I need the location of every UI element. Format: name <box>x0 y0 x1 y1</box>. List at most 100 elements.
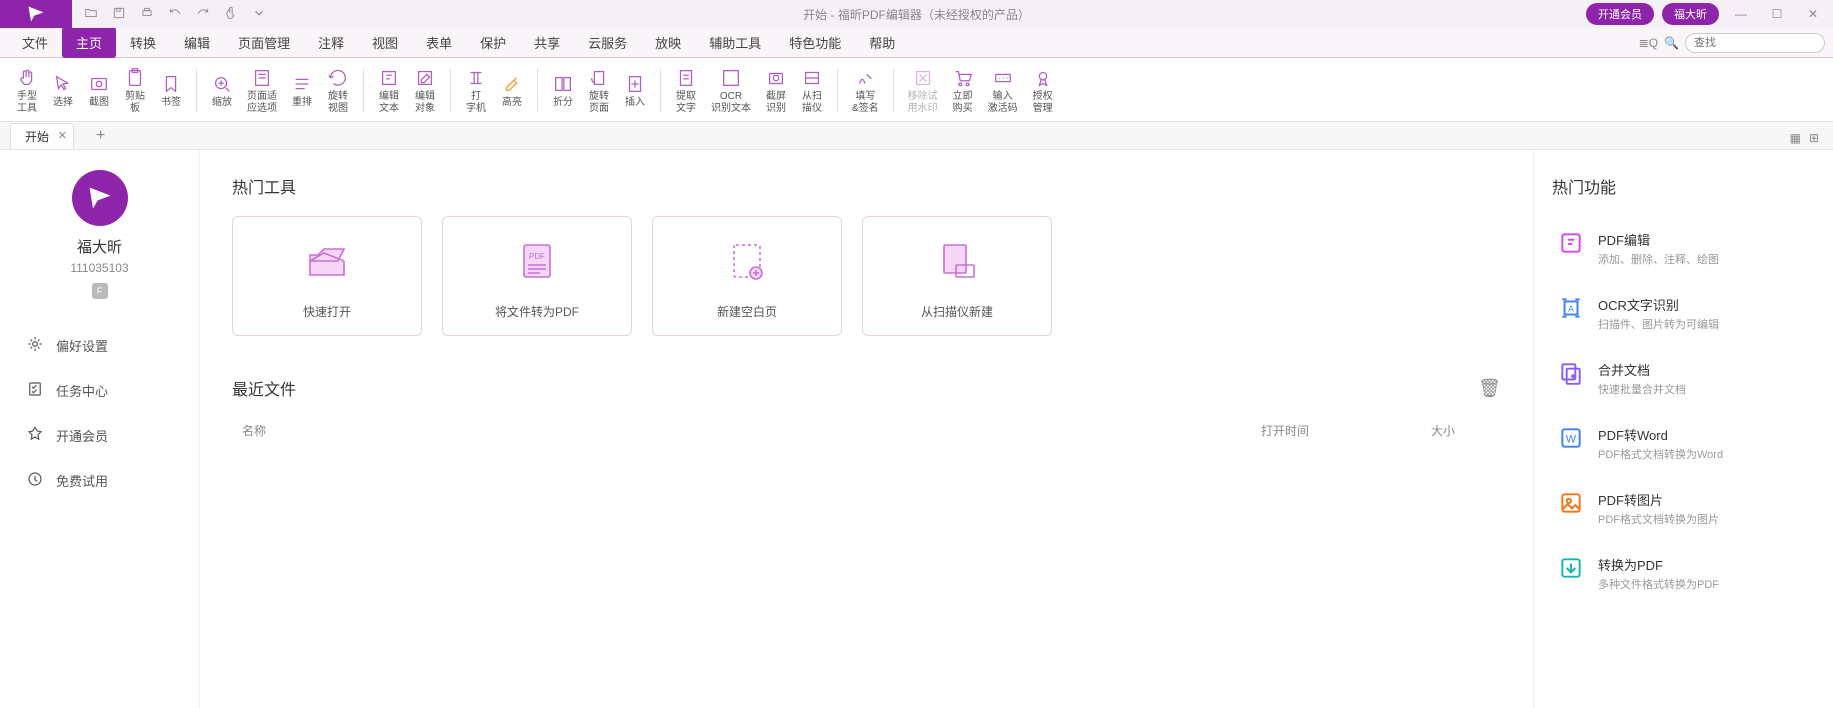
card-blank[interactable]: 新建空白页 <box>652 216 842 336</box>
col-name: 名称 <box>242 422 1261 439</box>
ribbon-extract[interactable]: 提取 文字 <box>669 63 703 117</box>
ribbon-edittext[interactable]: 编辑 文本 <box>372 63 406 117</box>
save-icon[interactable] <box>112 6 126 23</box>
maximize-button[interactable]: ☐ <box>1763 4 1791 24</box>
ribbon-screenshot[interactable]: 截图 <box>82 69 116 111</box>
menu-7[interactable]: 表单 <box>412 27 466 58</box>
feature-toword[interactable]: WPDF转WordPDF格式文档转换为Word <box>1552 411 1815 476</box>
ribbon-activate[interactable]: 输入 激活码 <box>982 63 1024 117</box>
edittext-icon <box>378 65 400 91</box>
vip-button[interactable]: 开通会员 <box>1586 3 1654 25</box>
highlight-icon <box>501 71 523 97</box>
editobj-icon <box>414 65 436 91</box>
license-icon <box>1032 65 1054 91</box>
ribbon-reflow[interactable]: 重排 <box>285 69 319 111</box>
feature-merge[interactable]: 合并文档快速批量合并文档 <box>1552 346 1815 411</box>
sidebar-item-vip[interactable]: 开通会员 <box>18 413 181 458</box>
ribbon-select[interactable]: 选择 <box>46 69 80 111</box>
undo-icon[interactable] <box>168 6 182 23</box>
sidebar-item-trial[interactable]: 免费试用 <box>18 458 181 503</box>
ocr-icon <box>720 65 742 91</box>
print-icon[interactable] <box>140 6 154 23</box>
merge-icon <box>1558 360 1584 386</box>
sidebar-item-prefs[interactable]: 偏好设置 <box>18 323 181 368</box>
open-icon[interactable] <box>84 6 98 23</box>
ribbon-rotatepage[interactable]: 旋转 页面 <box>582 63 616 117</box>
menu-10[interactable]: 云服务 <box>574 27 641 58</box>
ribbon-fitpage[interactable]: 页面适 应选项 <box>241 63 283 117</box>
redo-icon[interactable] <box>196 6 210 23</box>
tab-start[interactable]: 开始 ✕ <box>10 123 74 149</box>
select-icon <box>52 71 74 97</box>
sidebar-item-tasks[interactable]: 任务中心 <box>18 368 181 413</box>
activate-icon <box>992 65 1014 91</box>
recent-section-title: 最近文件 <box>232 376 296 400</box>
tab-close-icon[interactable]: ✕ <box>58 129 67 142</box>
menu-13[interactable]: 特色功能 <box>775 27 855 58</box>
ribbon-rotateview[interactable]: 旋转 视图 <box>321 63 355 117</box>
menu-12[interactable]: 辅助工具 <box>695 27 775 58</box>
card-convert[interactable]: PDF将文件转为PDF <box>442 216 632 336</box>
dropdown-icon[interactable] <box>252 6 266 23</box>
sidebar: 福大昕 111035103 F 偏好设置任务中心开通会员免费试用 <box>0 150 200 708</box>
trial-icon <box>26 470 44 491</box>
ribbon-zoom[interactable]: 缩放 <box>205 69 239 111</box>
zoom-icon <box>211 71 233 97</box>
trywm-icon <box>912 65 934 91</box>
insert-icon <box>624 71 646 97</box>
tab-add-button[interactable]: + <box>88 123 113 149</box>
feature-ocr[interactable]: AOCR文字识别扫描件、图片转为可编辑 <box>1552 281 1815 346</box>
menu-14[interactable]: 帮助 <box>855 27 909 58</box>
menu-1[interactable]: 主页 <box>62 27 116 58</box>
ribbon-snap[interactable]: 截屏 识别 <box>759 63 793 117</box>
rotatepage-icon <box>588 65 610 91</box>
grid-view-icon[interactable]: ▦ <box>1790 131 1801 145</box>
convert-icon: PDF <box>513 233 561 289</box>
touch-icon[interactable] <box>224 6 238 23</box>
avatar[interactable] <box>72 170 128 226</box>
minimize-button[interactable]: — <box>1727 4 1755 24</box>
blank-icon <box>723 233 771 289</box>
feature-topdf[interactable]: 转换为PDF多种文件格式转换为PDF <box>1552 541 1815 606</box>
svg-text:W: W <box>1566 433 1577 445</box>
ribbon-ocr[interactable]: OCR 识别文本 <box>705 63 757 117</box>
svg-text:A: A <box>1568 303 1574 313</box>
menu-0[interactable]: 文件 <box>8 27 62 58</box>
ribbon-scan[interactable]: 从扫 描仪 <box>795 63 829 117</box>
ribbon-typewriter[interactable]: 打 字机 <box>459 63 493 117</box>
tab-strip: 开始 ✕ + ▦ ⊞ <box>0 122 1833 150</box>
ribbon-clipboard[interactable]: 剪贴 板 <box>118 63 152 117</box>
options-icon[interactable]: ≣Q <box>1639 36 1658 50</box>
menu-11[interactable]: 放映 <box>641 27 695 58</box>
ribbon-bookmark[interactable]: 书签 <box>154 69 188 111</box>
ribbon: 手型 工具选择截图剪贴 板书签缩放页面适 应选项重排旋转 视图编辑 文本编辑 对… <box>0 58 1833 122</box>
split-icon <box>552 71 574 97</box>
user-pill[interactable]: 福大昕 <box>1662 3 1719 25</box>
ribbon-license[interactable]: 授权 管理 <box>1026 63 1060 117</box>
menu-5[interactable]: 注释 <box>304 27 358 58</box>
menu-8[interactable]: 保护 <box>466 27 520 58</box>
ribbon-editobj[interactable]: 编辑 对象 <box>408 63 442 117</box>
ribbon-highlight[interactable]: 高亮 <box>495 69 529 111</box>
ribbon-buy[interactable]: 立即 购买 <box>946 63 980 117</box>
ribbon-hand[interactable]: 手型 工具 <box>10 63 44 117</box>
feature-toimg[interactable]: PDF转图片PDF格式文档转换为图片 <box>1552 476 1815 541</box>
menu-4[interactable]: 页面管理 <box>224 27 304 58</box>
reflow-icon <box>291 71 313 97</box>
menu-2[interactable]: 转换 <box>116 27 170 58</box>
menu-6[interactable]: 视图 <box>358 27 412 58</box>
menu-3[interactable]: 编辑 <box>170 27 224 58</box>
trash-icon[interactable]: 🗑 <box>1478 378 1501 399</box>
menu-9[interactable]: 共享 <box>520 27 574 58</box>
ribbon-fillsign[interactable]: 填写 &签名 <box>846 63 885 117</box>
search-input[interactable] <box>1685 33 1825 53</box>
card-fromscan[interactable]: 从扫描仪新建 <box>862 216 1052 336</box>
ribbon-split[interactable]: 折分 <box>546 69 580 111</box>
feature-edit[interactable]: PDF编辑添加、删除、注释、绘图 <box>1552 216 1815 281</box>
buy-icon <box>952 65 974 91</box>
col-size: 大小 <box>1431 422 1491 439</box>
layout-icon[interactable]: ⊞ <box>1809 131 1819 145</box>
card-open[interactable]: 快速打开 <box>232 216 422 336</box>
close-button[interactable]: ✕ <box>1799 4 1827 24</box>
ribbon-insert[interactable]: 插入 <box>618 69 652 111</box>
